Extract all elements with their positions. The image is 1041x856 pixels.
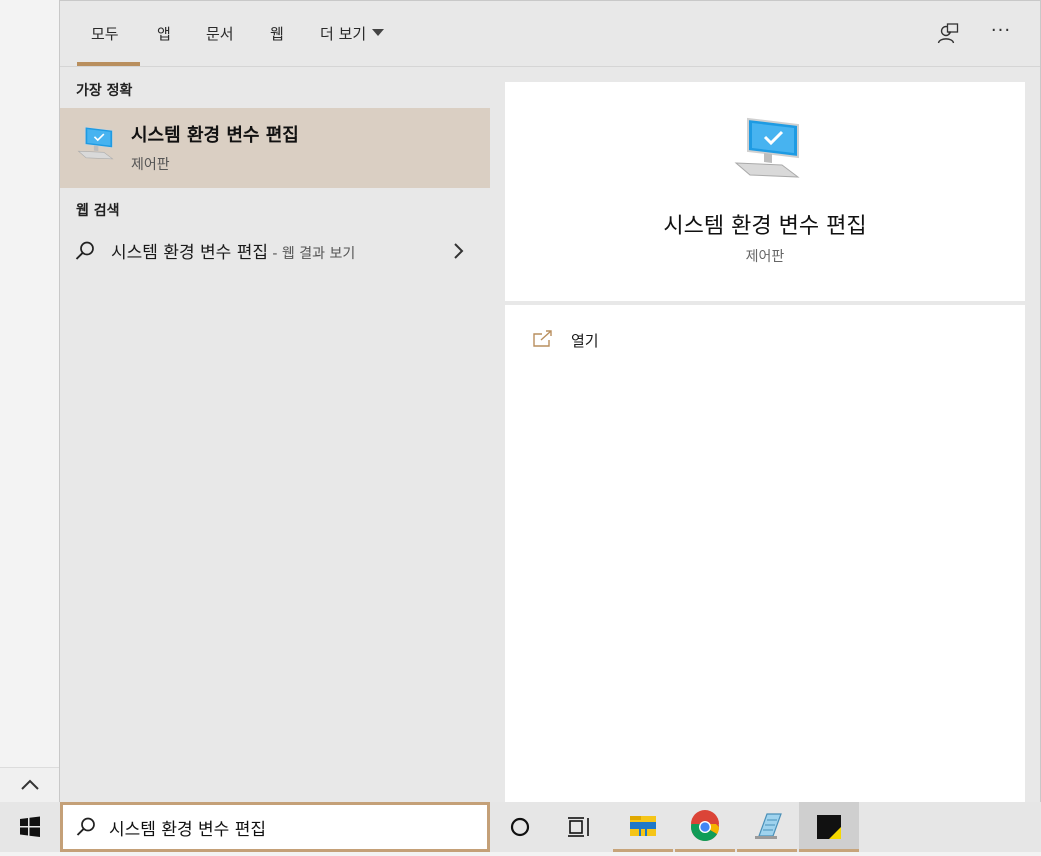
cortana-circle-icon [510,817,530,837]
show-hidden-icons-button[interactable] [0,767,60,802]
tab-more-label: 더 보기 [320,25,367,43]
best-match-header: 가장 정확 [76,83,133,99]
task-view-icon [568,817,589,837]
tab-apps[interactable]: 앱 [157,23,171,47]
taskbar-search-box[interactable] [60,802,490,852]
chevron-right-icon[interactable] [452,242,466,260]
best-match-title: 시스템 환경 변수 편집 [131,125,299,146]
folder-icon [630,816,656,836]
web-result-query: 시스템 환경 변수 편집 [111,243,268,263]
windows-logo-icon [20,816,40,837]
web-search-header: 웹 검색 [76,203,120,219]
chrome-button[interactable] [675,802,735,852]
tab-documents[interactable]: 문서 [206,23,234,47]
caret-down-icon [372,29,385,36]
tab-web[interactable]: 웹 [270,23,284,47]
notepad-icon [755,813,782,839]
search-tabs-bar: 모두 앱 문서 웹 더 보기 ··· [60,1,1040,67]
tab-all[interactable]: 모두 [91,23,119,47]
chevron-up-icon [20,779,39,790]
file-explorer-button[interactable] [613,802,673,852]
web-search-result[interactable]: 시스템 환경 변수 편집 - 웹 결과 보기 [60,230,490,270]
start-button[interactable] [0,802,60,852]
active-tab-indicator [77,62,140,66]
search-icon [75,241,94,260]
cortana-button[interactable] [490,802,550,852]
chrome-icon [691,810,719,841]
computer-monitor-icon [77,126,114,160]
preview-subtitle: 제어판 [745,249,785,265]
sticky-note-icon [817,815,841,839]
open-external-icon [533,330,552,347]
results-pane: 가장 정확 시스템 환경 변수 편집 제어판 웹 검색 시스템 환경 변수 편집… [60,68,490,803]
best-match-item[interactable]: 시스템 환경 변수 편집 제어판 [60,108,490,188]
desktop-background [0,0,60,802]
preview-card: 시스템 환경 변수 편집 제어판 [505,82,1025,301]
feedback-icon[interactable] [936,22,960,46]
web-result-suffix: - 웹 결과 보기 [267,246,356,262]
preview-title: 시스템 환경 변수 편집 [663,214,867,239]
task-view-button[interactable] [550,802,610,852]
best-match-subtitle: 제어판 [131,157,170,173]
search-flyout: 모두 앱 문서 웹 더 보기 ··· 가장 정확 시스템 환경 변수 편집 제어… [59,0,1041,803]
taskbar [0,802,1041,852]
sticky-notes-button[interactable] [799,802,859,852]
search-icon [76,817,95,836]
editor-app-button[interactable] [737,802,797,852]
tab-more[interactable]: 더 보기 [320,23,385,47]
search-input[interactable] [109,814,469,840]
open-action[interactable]: 열기 [533,327,733,353]
preview-actions: 열기 [505,305,1025,803]
more-options-button[interactable]: ··· [988,19,1014,45]
web-result-text: 시스템 환경 변수 편집 - 웹 결과 보기 [111,238,355,263]
computer-monitor-icon [734,117,800,178]
open-action-label: 열기 [571,332,599,350]
